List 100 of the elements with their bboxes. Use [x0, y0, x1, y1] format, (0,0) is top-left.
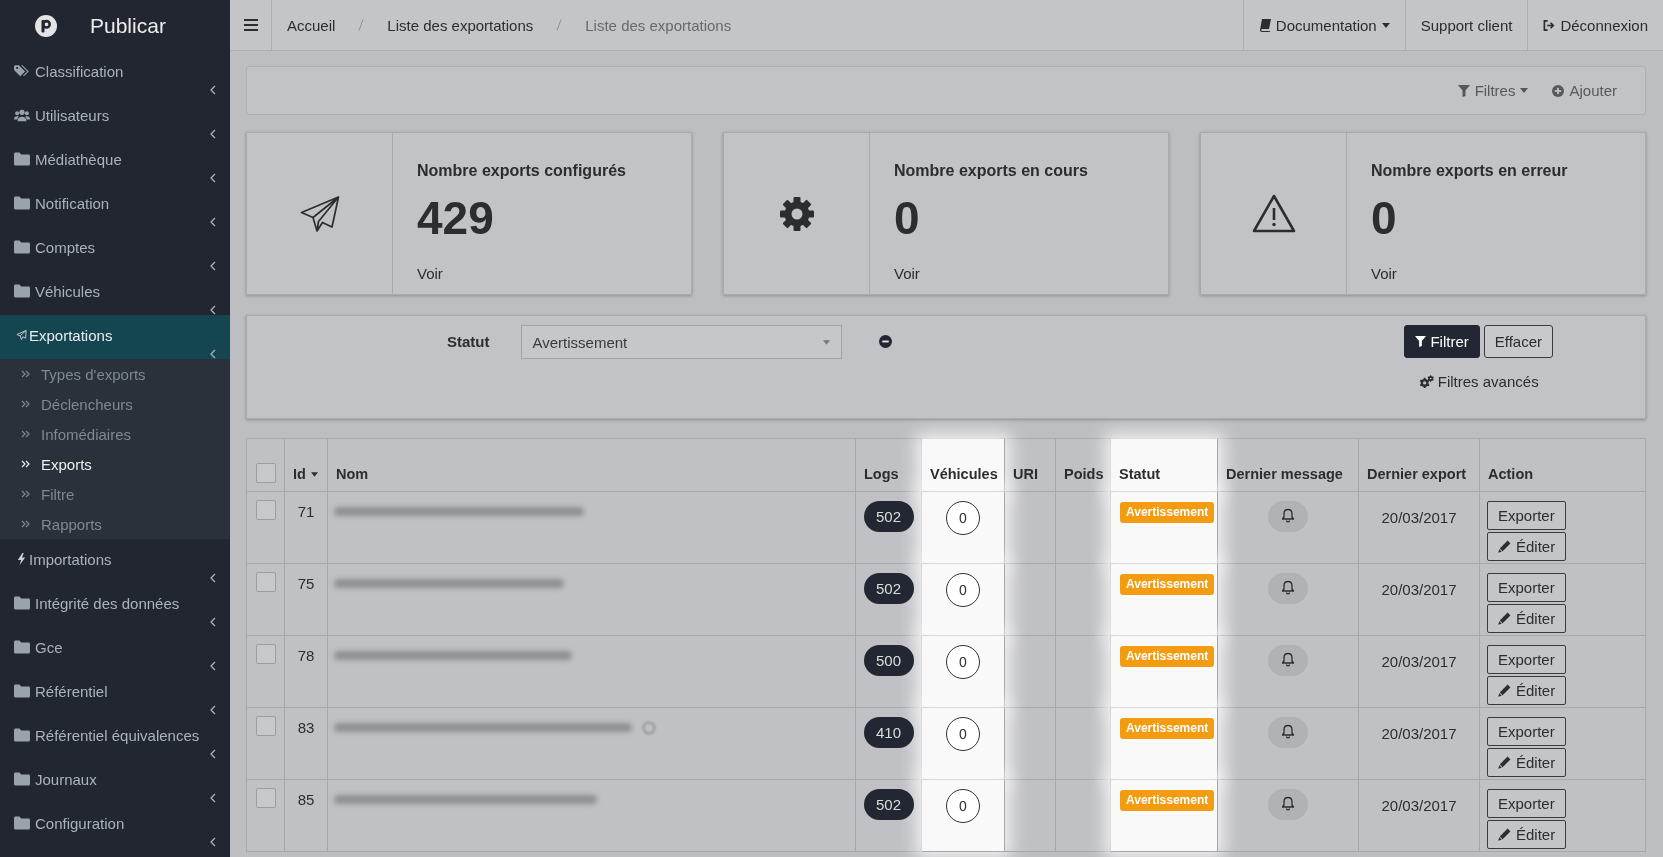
sidebar-item[interactable]: Configuration: [0, 803, 230, 847]
vehicles-count-badge: 0: [946, 573, 980, 607]
submenu-item[interactable]: Types d'exports: [0, 359, 230, 389]
folder-icon: [14, 240, 30, 254]
bell-icon[interactable]: [1268, 573, 1308, 604]
slash-icon: [358, 18, 365, 32]
edit-button[interactable]: Éditer: [1487, 748, 1567, 777]
folder-icon: [14, 640, 30, 654]
stat-value: 0: [894, 193, 920, 243]
top-nav-link[interactable]: Support client: [1420, 16, 1513, 34]
stat-title: Nombre exports configurés: [417, 161, 626, 181]
logs-count-badge[interactable]: 502: [863, 573, 914, 604]
sidebar-item[interactable]: Référentiel équivalences: [0, 715, 230, 759]
chevron-left-icon: [210, 661, 216, 671]
sidebar-item[interactable]: Exportations: [0, 315, 230, 359]
toolbar-link[interactable]: Ajouter: [1552, 82, 1617, 99]
view-link[interactable]: Voir: [417, 264, 443, 284]
clear-button[interactable]: Effacer: [1483, 325, 1553, 358]
sidebar-item[interactable]: Notification: [0, 183, 230, 227]
top-nav-link[interactable]: Déconnexion: [1543, 16, 1648, 34]
sidebar-item[interactable]: Classification: [0, 51, 230, 95]
edit-button[interactable]: Éditer: [1487, 676, 1567, 705]
sidebar-item[interactable]: Journaux: [0, 759, 230, 803]
caret-down-icon: [822, 339, 830, 345]
chevron-left-icon: [210, 749, 216, 759]
toolbar-link[interactable]: Filtres: [1457, 82, 1529, 99]
logs-count-badge[interactable]: 502: [863, 789, 914, 820]
bell-icon[interactable]: [1268, 717, 1308, 748]
logo-icon: [35, 14, 57, 37]
export-button[interactable]: Exporter: [1487, 789, 1566, 818]
chevron-left-icon: [210, 305, 216, 315]
bell-icon[interactable]: [1268, 501, 1308, 532]
submenu-item[interactable]: Infomédiaires: [0, 419, 230, 449]
sidebar-item[interactable]: Gce: [0, 627, 230, 671]
sidebar-item[interactable]: Comptes: [0, 227, 230, 271]
submenu-item[interactable]: Rapports: [0, 509, 230, 539]
chevron-left-icon: [210, 573, 216, 583]
remove-circle-icon[interactable]: [878, 335, 892, 348]
export-button[interactable]: Exporter: [1487, 645, 1566, 674]
chevron-left-icon: [210, 793, 216, 803]
chevron-left-icon: [210, 261, 216, 271]
breadcrumb-link[interactable]: Liste des exportations: [387, 16, 534, 34]
export-button[interactable]: Exporter: [1487, 717, 1566, 746]
row-checkbox[interactable]: [256, 572, 276, 592]
menu-icon: [243, 19, 258, 31]
chevron-left-icon: [210, 837, 216, 847]
status-badge: Avertissement: [1120, 790, 1215, 811]
submenu-item[interactable]: Filtre: [0, 479, 230, 509]
sidebar-item[interactable]: Médiathèque: [0, 139, 230, 183]
vehicles-count-badge: 0: [946, 645, 980, 679]
sidebar-item[interactable]: Importations: [0, 539, 230, 583]
row-checkbox[interactable]: [256, 644, 276, 664]
logs-count-badge[interactable]: 410: [863, 717, 914, 748]
sidebar-item[interactable]: Véhicules: [0, 271, 230, 315]
row-checkbox[interactable]: [256, 788, 276, 808]
plus-circle-icon: [1552, 84, 1565, 97]
column-header: Action: [1488, 465, 1534, 483]
export-button[interactable]: Exporter: [1487, 573, 1566, 602]
book-icon: [1258, 18, 1271, 32]
top-nav-link[interactable]: Documentation: [1258, 16, 1390, 34]
sidebar-item[interactable]: Utilisateurs: [0, 95, 230, 139]
chevron-left-icon: [210, 349, 216, 359]
folder-icon: [14, 816, 30, 830]
chevron-left-icon: [210, 173, 216, 183]
stat-value: 429: [417, 193, 494, 243]
warning-icon: [1251, 194, 1296, 233]
chevron-left-icon: [210, 129, 216, 139]
logs-count-badge[interactable]: 500: [863, 645, 914, 676]
column-header[interactable]: Id: [293, 465, 318, 483]
edit-button[interactable]: Éditer: [1487, 604, 1567, 633]
breadcrumb-link[interactable]: Accueil: [287, 16, 336, 34]
select-all-checkbox[interactable]: [256, 463, 276, 483]
edit-button[interactable]: Éditer: [1487, 532, 1567, 561]
export-button[interactable]: Exporter: [1487, 501, 1566, 530]
logs-count-badge[interactable]: 502: [863, 501, 914, 532]
submenu-item[interactable]: Exports: [0, 449, 230, 479]
column-header: Dernier export: [1367, 465, 1467, 483]
edit-button[interactable]: Éditer: [1487, 820, 1567, 849]
folder-icon: [14, 284, 30, 298]
view-link[interactable]: Voir: [1371, 264, 1397, 284]
filter-button[interactable]: Filtrer: [1404, 325, 1480, 358]
double-chevron-icon: [21, 430, 30, 438]
export-date: 20/03/2017: [1381, 724, 1457, 744]
row-checkbox[interactable]: [256, 716, 276, 736]
filter-icon: [1457, 84, 1470, 97]
advanced-filters-link[interactable]: Filtres avancés: [1418, 373, 1539, 390]
bell-icon[interactable]: [1268, 789, 1308, 820]
status-badge: Avertissement: [1120, 502, 1215, 523]
pencil-icon: [1498, 684, 1511, 697]
pencil-icon: [1498, 756, 1511, 769]
sidebar-item[interactable]: Intégrité des données: [0, 583, 230, 627]
submenu-item[interactable]: Déclencheurs: [0, 389, 230, 419]
row-checkbox[interactable]: [256, 500, 276, 520]
paper-plane-icon: [299, 195, 340, 232]
status-badge: Avertissement: [1120, 574, 1215, 595]
view-link[interactable]: Voir: [894, 264, 920, 284]
sidebar-item[interactable]: Référentiel: [0, 671, 230, 715]
status-select[interactable]: Avertissement: [520, 325, 842, 359]
chevron-left-icon: [210, 617, 216, 627]
bell-icon[interactable]: [1268, 645, 1308, 676]
